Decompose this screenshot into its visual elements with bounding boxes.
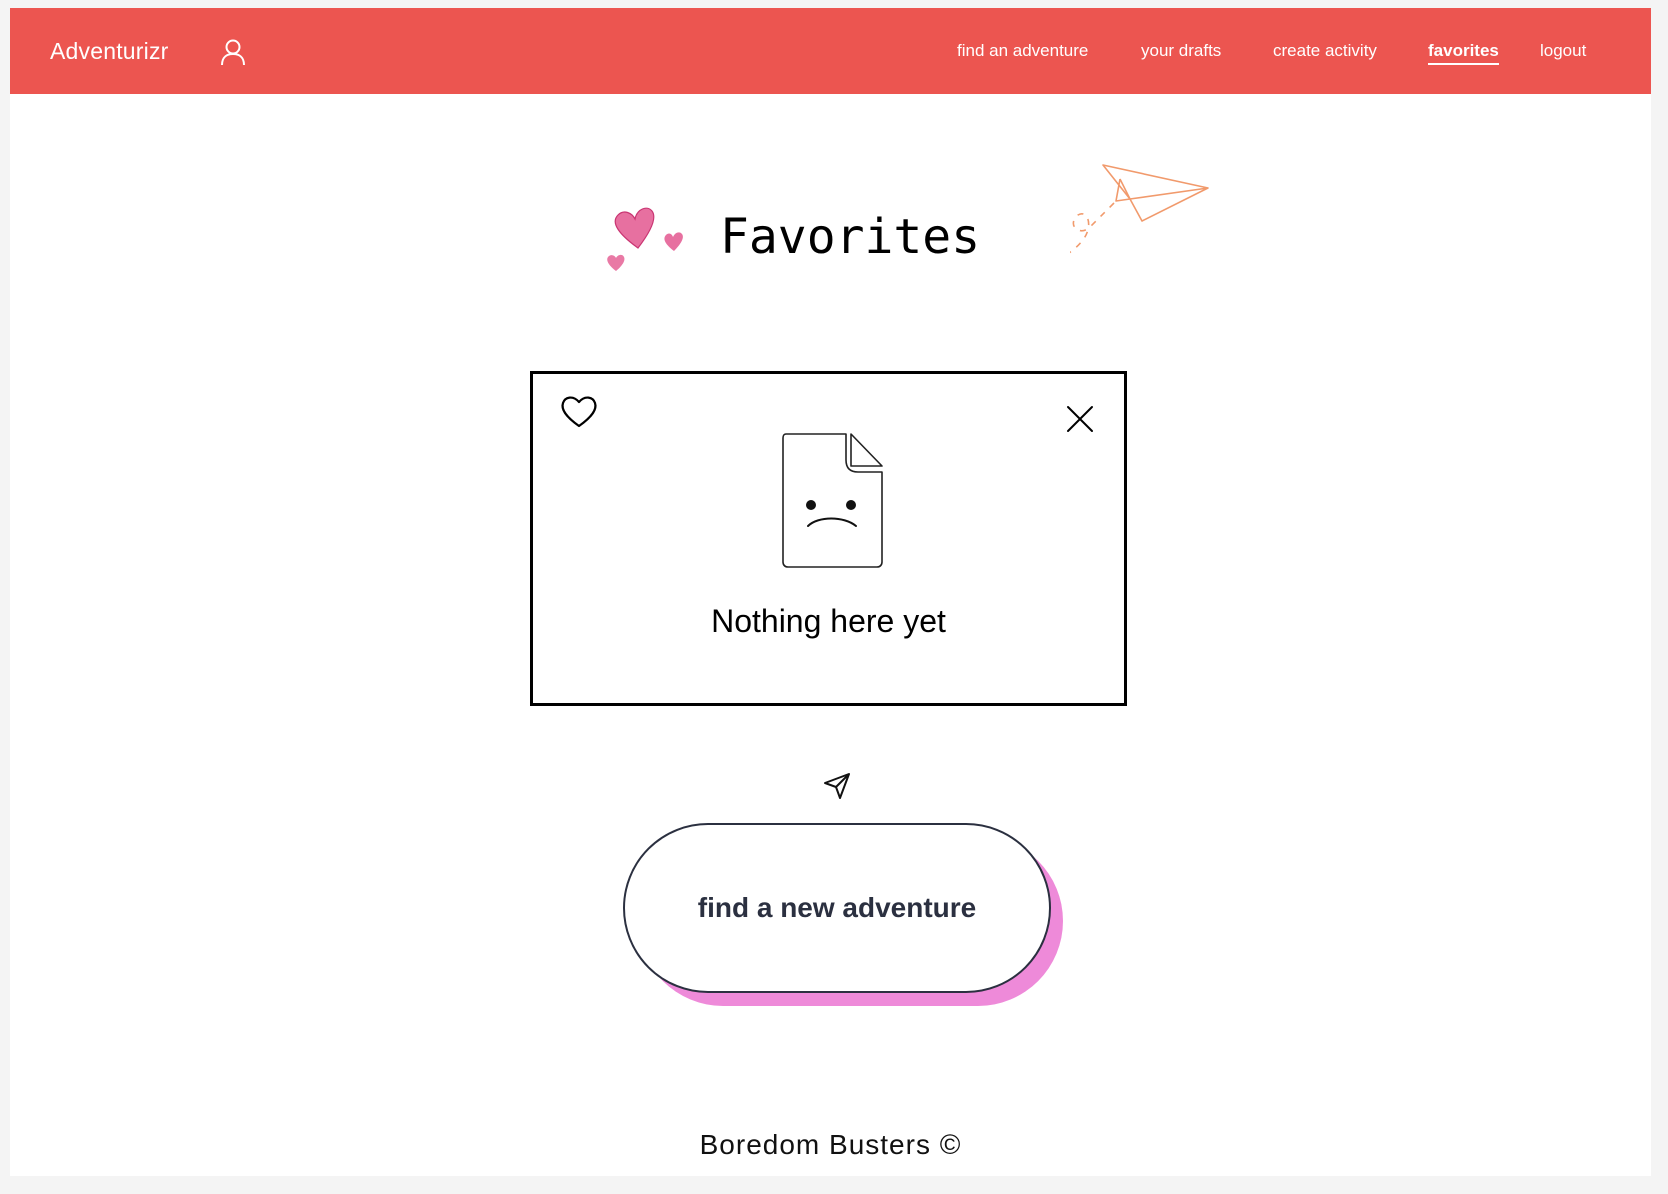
hearts-doodle [607,207,683,271]
paper-plane-doodle [1070,164,1209,254]
page: Adventurizr find an adventure your draft… [10,8,1651,1176]
navbar: Adventurizr find an adventure your draft… [10,8,1651,94]
brand-logo[interactable]: Adventurizr [50,37,169,65]
sad-document-icon [782,433,883,568]
nav-logout[interactable]: logout [1540,40,1586,62]
close-icon[interactable] [1065,404,1095,434]
nav-create-activity[interactable]: create activity [1273,40,1377,62]
cta-label: find a new adventure [697,892,977,923]
footer-text: Boredom Busters © [699,1129,962,1160]
user-icon[interactable] [220,38,246,66]
nav-find-an-adventure[interactable]: find an adventure [957,40,1088,62]
nav-your-drafts[interactable]: your drafts [1141,40,1221,62]
empty-state-card: Nothing here yet [530,371,1127,706]
send-icon [824,773,850,799]
empty-state-message: Nothing here yet [711,603,946,639]
heart-icon[interactable] [559,394,599,430]
nav-favorites[interactable]: favorites [1428,40,1499,65]
find-new-adventure-button[interactable]: find a new adventure [623,823,1051,993]
page-title: Favorites [720,209,981,265]
